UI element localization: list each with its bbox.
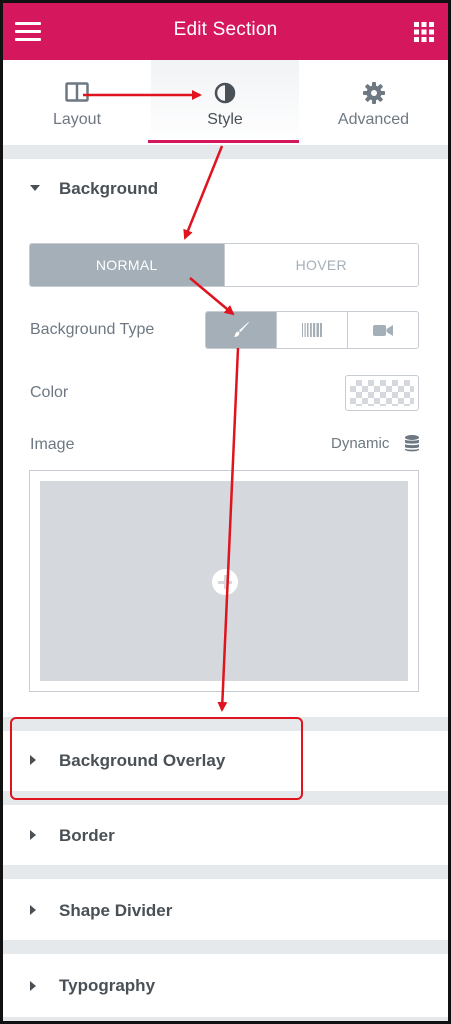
- background-type-selector: [205, 311, 419, 349]
- divider: [3, 1017, 448, 1021]
- caret-right-icon: [30, 905, 36, 915]
- tab-advanced-label: Advanced: [337, 111, 410, 128]
- panel-header: Edit Section: [3, 3, 448, 60]
- gradient-background-button[interactable]: [276, 312, 347, 348]
- gradient-icon: [302, 323, 322, 337]
- edit-section-panel: Edit Section Layout Style Advanced Backg…: [0, 0, 451, 1024]
- half-circle-contrast-icon: [214, 82, 236, 104]
- gear-icon: [362, 82, 385, 104]
- section-title: Typography: [59, 976, 156, 995]
- color-picker-swatch[interactable]: [345, 375, 419, 411]
- divider: [3, 865, 448, 879]
- hover-tab[interactable]: HOVER: [223, 244, 418, 286]
- brush-icon: [234, 322, 249, 337]
- section-title: Shape Divider: [59, 901, 173, 920]
- color-label: Color: [30, 384, 69, 401]
- active-tab-indicator: [148, 140, 299, 143]
- divider: [3, 145, 448, 159]
- video-camera-icon: [373, 324, 393, 336]
- image-label: Image: [30, 436, 75, 453]
- section-title: Border: [59, 826, 115, 845]
- tab-layout[interactable]: Layout: [3, 60, 151, 145]
- video-background-button[interactable]: [347, 312, 418, 348]
- layout-columns-icon: [65, 82, 89, 102]
- tab-style-label: Style: [207, 111, 243, 128]
- annotation-highlight-box: [10, 717, 303, 800]
- panel-tabs: Layout Style Advanced: [3, 60, 448, 145]
- grid-icon[interactable]: [414, 22, 434, 42]
- image-placeholder[interactable]: [40, 481, 408, 681]
- image-chooser[interactable]: [29, 470, 419, 692]
- divider: [3, 940, 448, 954]
- caret-down-icon: [30, 185, 40, 191]
- section-typography[interactable]: Typography: [3, 954, 448, 1017]
- database-icon[interactable]: [405, 435, 419, 452]
- tab-style[interactable]: Style: [151, 60, 299, 145]
- classic-background-button[interactable]: [206, 312, 276, 348]
- panel-title: Edit Section: [173, 19, 278, 40]
- tab-layout-label: Layout: [52, 111, 102, 128]
- add-image-icon[interactable]: [212, 569, 238, 595]
- section-shape-divider[interactable]: Shape Divider: [3, 879, 448, 940]
- normal-hover-toggle: NORMAL HOVER: [29, 243, 419, 287]
- caret-right-icon: [30, 981, 36, 991]
- caret-right-icon: [30, 830, 36, 840]
- normal-tab[interactable]: NORMAL: [30, 244, 224, 286]
- background-type-label: Background Type: [30, 321, 155, 338]
- tab-advanced[interactable]: Advanced: [299, 60, 448, 145]
- section-background-header[interactable]: Background: [3, 159, 448, 216]
- dynamic-tags-label[interactable]: Dynamic: [331, 435, 389, 452]
- section-border[interactable]: Border: [3, 805, 448, 865]
- section-background-title: Background: [59, 179, 159, 198]
